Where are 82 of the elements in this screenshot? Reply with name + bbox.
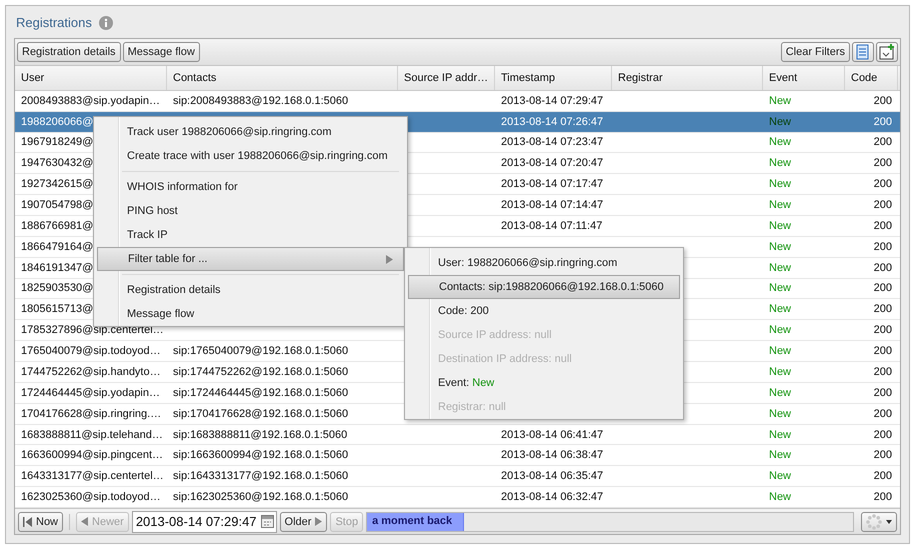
table-cell: sip:1765040079@192.168.0.1:5060 bbox=[173, 345, 348, 358]
table-cell: New bbox=[769, 220, 792, 232]
table-cell: 1846191347@ bbox=[21, 262, 94, 274]
table-cell: 1886766981@ bbox=[21, 220, 94, 232]
table-cell: 1927342615@ bbox=[21, 178, 94, 190]
table-cell: 200 bbox=[874, 157, 892, 170]
table-cell: sip:1663600994@192.168.0.1:5060 bbox=[173, 449, 348, 462]
table-cell: 200 bbox=[874, 178, 892, 190]
table-cell: 1683888811@sip.telehand… bbox=[21, 428, 163, 440]
table-cell: New bbox=[769, 199, 792, 212]
table-cell: 2013-08-14 07:20:47 bbox=[501, 157, 604, 170]
table-cell: sip:1744752262@192.168.0.1:5060 bbox=[173, 366, 348, 378]
table-cell: New bbox=[769, 408, 792, 420]
table-cell: New bbox=[769, 282, 792, 294]
table-cell: 1785327896@sip.centertel… bbox=[21, 324, 164, 336]
table-cell: 2013-08-14 07:11:47 bbox=[501, 220, 602, 232]
table-cell: 2013-08-14 06:41:47 bbox=[501, 428, 604, 440]
table-cell: 2013-08-14 07:26:47 bbox=[501, 116, 604, 128]
table-cell: 1724464445@sip.yodapin… bbox=[21, 386, 160, 399]
table-cell: 1623025360@sip.todoyod… bbox=[21, 491, 161, 504]
table-cell: 200 bbox=[874, 262, 892, 274]
table-cell: 1643313177@sip.centertel… bbox=[21, 470, 164, 482]
table-cell: 2013-08-14 07:17:47 bbox=[501, 178, 604, 190]
table-cell: New bbox=[769, 178, 792, 190]
table-cell: 200 bbox=[874, 282, 892, 294]
table-cell: 2013-08-14 07:23:47 bbox=[501, 136, 604, 148]
table-cell: New bbox=[769, 116, 792, 128]
table-cell: 1765040079@sip.todoyod… bbox=[21, 345, 161, 358]
table-cell: New bbox=[769, 470, 792, 482]
table-cell: sip:1704176628@192.168.0.1:5060 bbox=[173, 408, 348, 420]
table-cell: 200 bbox=[874, 240, 892, 253]
table-cell: 2013-08-14 07:29:47 bbox=[501, 94, 604, 107]
table-cell: 1866479164@ bbox=[21, 240, 94, 253]
table-cell: 200 bbox=[874, 324, 892, 336]
table-cell: 2013-08-14 06:35:47 bbox=[501, 470, 604, 482]
table-cell: New bbox=[769, 428, 792, 440]
table-cell: 200 bbox=[874, 94, 892, 107]
table-cell: 200 bbox=[874, 199, 892, 212]
table-cell: 1825903530@ bbox=[21, 282, 94, 294]
table-cell: New bbox=[769, 262, 792, 274]
table-cell: 200 bbox=[874, 428, 892, 440]
table-cell: 200 bbox=[874, 116, 892, 128]
table-cell: New bbox=[769, 324, 792, 336]
table-cell: 2013-08-14 07:14:47 bbox=[501, 199, 604, 212]
table-cell: New bbox=[769, 136, 792, 148]
table-cell: 200 bbox=[874, 136, 892, 148]
table-cell: New bbox=[769, 345, 792, 358]
table-cell: New bbox=[769, 491, 792, 504]
table-cell: 200 bbox=[874, 491, 892, 504]
table-cell: New bbox=[769, 94, 792, 107]
table-cell: 1907054798@ bbox=[21, 199, 94, 212]
table-cell: 200 bbox=[874, 449, 892, 462]
table-cell: New bbox=[769, 366, 792, 378]
table-cell: New bbox=[769, 240, 792, 253]
table-cell: 200 bbox=[874, 470, 892, 482]
table-cell: 1805615713@ bbox=[21, 303, 94, 316]
table-cell: New bbox=[769, 449, 792, 462]
table-cell: 200 bbox=[874, 386, 892, 399]
table-cell: sip:1643313177@192.168.0.1:5060 bbox=[173, 470, 348, 482]
table-cell: 2013-08-14 06:38:47 bbox=[501, 449, 604, 462]
table-cell: 200 bbox=[874, 345, 892, 358]
table-cell: 1663600994@sip.pingcent… bbox=[21, 449, 164, 462]
progress-label: a moment back bbox=[372, 514, 452, 526]
table-cell: sip:1683888811@192.168.0.1:5060 bbox=[173, 428, 348, 440]
table-cell: 1988206066@ bbox=[21, 116, 94, 128]
panel-title: Registrations bbox=[16, 15, 92, 30]
table-cell: 2013-08-14 06:32:47 bbox=[501, 491, 604, 504]
table-cell: 1744752262@sip.handyto… bbox=[21, 366, 161, 378]
table-cell: sip:1724464445@192.168.0.1:5060 bbox=[173, 386, 348, 399]
table-cell: New bbox=[769, 303, 792, 316]
table-cell: 200 bbox=[874, 303, 892, 316]
table-cell: New bbox=[769, 386, 792, 399]
table-cell: sip:1623025360@192.168.0.1:5060 bbox=[173, 491, 348, 504]
table-cell: 200 bbox=[874, 366, 892, 378]
table-cell: 1704176628@sip.ringring.… bbox=[21, 408, 162, 420]
table-cell: 2008493883@sip.yodapin… bbox=[21, 94, 160, 107]
table-cell: 1967918249@ bbox=[21, 136, 94, 148]
table-cell: 200 bbox=[874, 408, 892, 420]
table-cell: sip:2008493883@192.168.0.1:5060 bbox=[173, 94, 348, 107]
table-cell: New bbox=[769, 157, 792, 170]
table-cell: 200 bbox=[874, 220, 892, 232]
table-cell: 1947630432@ bbox=[21, 157, 94, 170]
